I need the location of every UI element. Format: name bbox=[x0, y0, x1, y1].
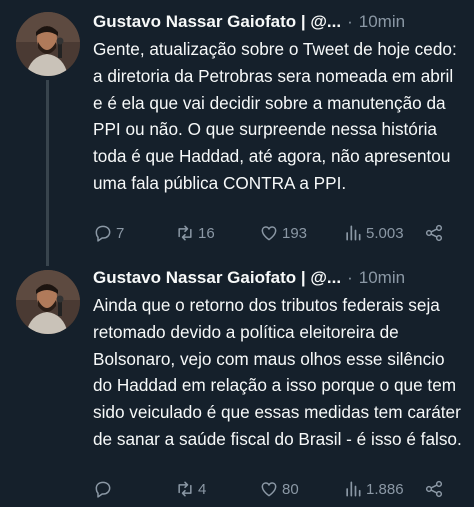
tweet[interactable]: Gustavo Nassar Gaiofato | @... · 10min G… bbox=[0, 0, 474, 266]
views-icon bbox=[346, 481, 361, 497]
reply-icon bbox=[95, 225, 111, 242]
like-count: 193 bbox=[282, 224, 308, 242]
separator-dot: · bbox=[347, 12, 353, 31]
reply-count: 7 bbox=[116, 224, 125, 242]
avatar-image bbox=[16, 12, 80, 76]
tweet-header: Gustavo Nassar Gaiofato | @... · 10min bbox=[93, 266, 462, 290]
like-button[interactable]: 80 bbox=[259, 477, 299, 501]
view-count: 5.003 bbox=[366, 224, 404, 242]
author-name[interactable]: Gustavo Nassar Gaiofato | @... bbox=[93, 12, 341, 32]
avatar-image bbox=[16, 270, 80, 334]
reply-button[interactable]: 7 bbox=[93, 221, 124, 245]
views-button[interactable]: 5.003 bbox=[343, 221, 404, 245]
thread-line bbox=[46, 80, 49, 266]
retweet-count: 4 bbox=[198, 480, 207, 498]
retweet-icon bbox=[178, 481, 192, 497]
like-icon bbox=[261, 482, 277, 497]
retweet-icon bbox=[178, 225, 192, 241]
view-count: 1.886 bbox=[366, 480, 404, 498]
separator-dot: · bbox=[347, 268, 353, 287]
like-icon bbox=[261, 226, 277, 241]
share-icon bbox=[425, 480, 443, 498]
avatar[interactable] bbox=[16, 12, 80, 76]
retweet-button[interactable]: 4 bbox=[175, 477, 206, 501]
retweet-button[interactable]: 16 bbox=[175, 221, 215, 245]
like-count: 80 bbox=[282, 480, 299, 498]
author-name[interactable]: Gustavo Nassar Gaiofato | @... bbox=[93, 268, 341, 288]
tweet[interactable]: Gustavo Nassar Gaiofato | @... · 10min A… bbox=[0, 262, 474, 507]
reply-button[interactable] bbox=[93, 477, 116, 501]
tweet-actions: 7 16 193 5.003 bbox=[93, 221, 460, 245]
timestamp[interactable]: 10min bbox=[359, 268, 405, 288]
reply-icon bbox=[95, 481, 111, 498]
avatar[interactable] bbox=[16, 270, 80, 334]
share-button[interactable] bbox=[424, 221, 444, 245]
views-button[interactable]: 1.886 bbox=[343, 477, 404, 501]
share-button[interactable] bbox=[424, 477, 444, 501]
retweet-count: 16 bbox=[198, 224, 215, 242]
tweet-header: Gustavo Nassar Gaiofato | @... · 10min bbox=[93, 10, 462, 34]
tweet-text: Ainda que o retorno dos tributos federai… bbox=[93, 295, 462, 449]
like-button[interactable]: 193 bbox=[259, 221, 307, 245]
timestamp[interactable]: 10min bbox=[359, 12, 405, 32]
tweet-actions: 4 80 1.886 bbox=[93, 477, 460, 501]
views-icon bbox=[346, 225, 361, 241]
share-icon bbox=[425, 224, 443, 242]
tweet-text: Gente, atualização sobre o Tweet de hoje… bbox=[93, 39, 457, 193]
